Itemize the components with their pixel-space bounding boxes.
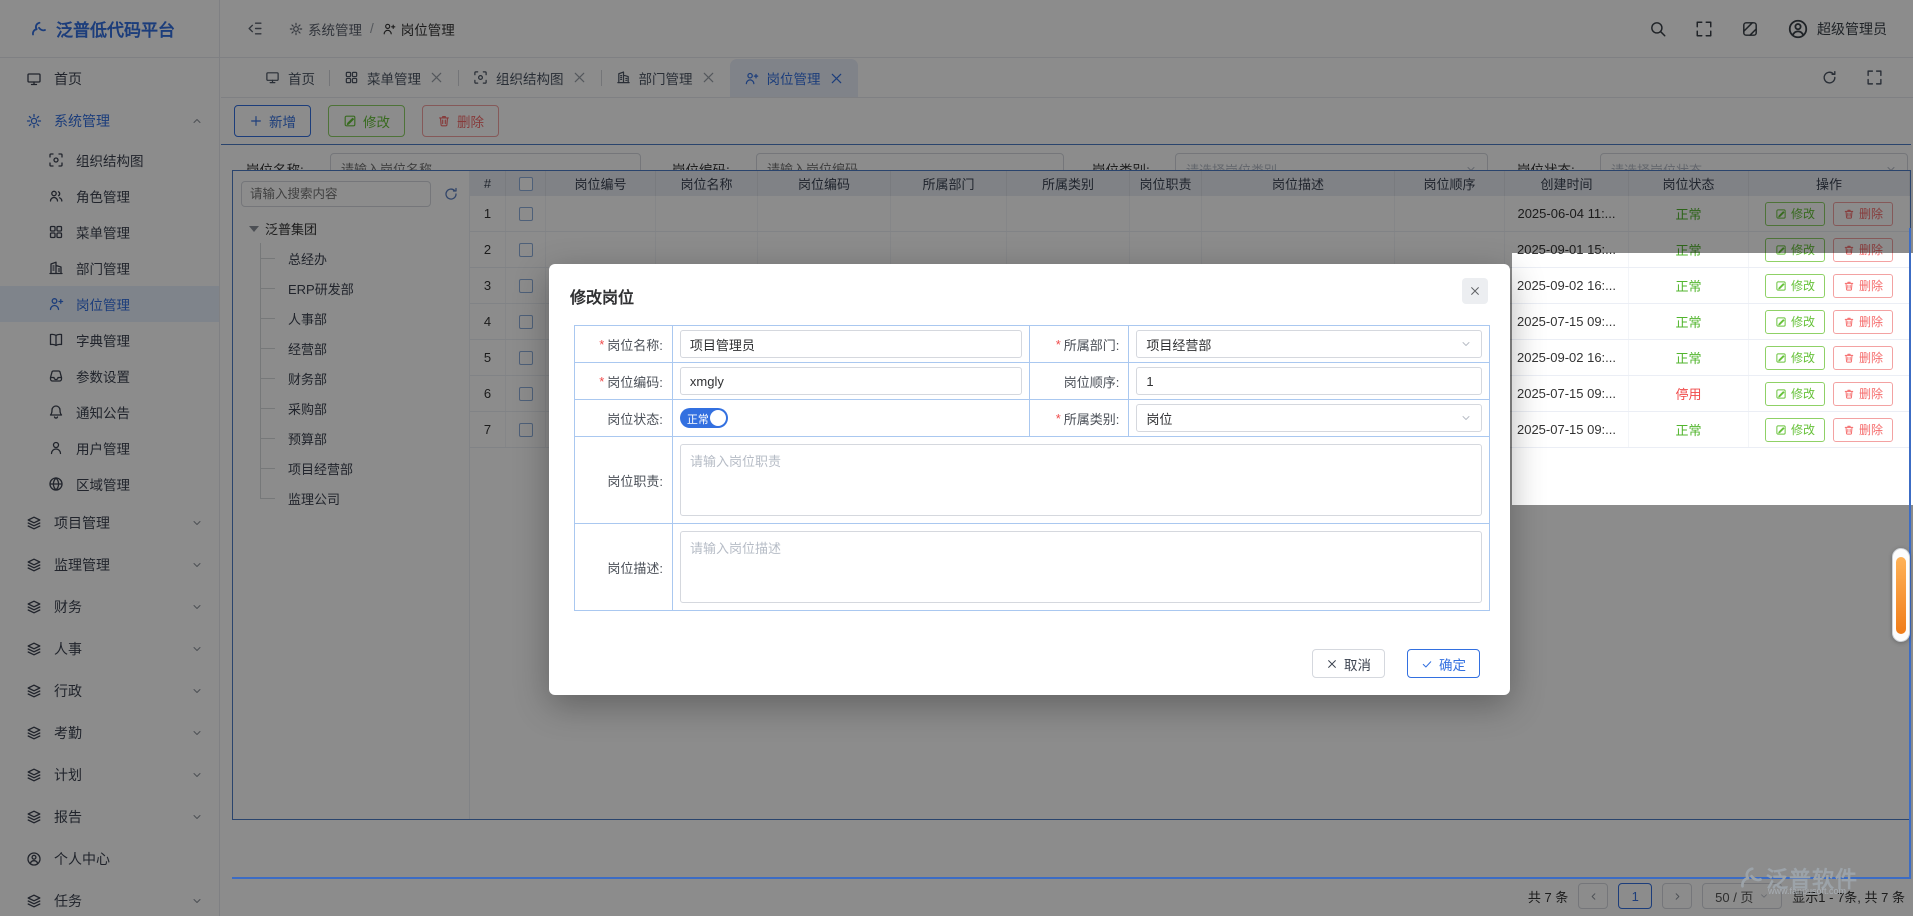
- field-label-desc: 岗位描述:: [575, 524, 673, 610]
- fanpu-logo-icon: [1738, 866, 1762, 890]
- row-delete-button[interactable]: 删除: [1833, 418, 1893, 442]
- created-time: 2025-07-15 09:...: [1505, 412, 1629, 447]
- pencil-icon: [1775, 316, 1787, 328]
- pencil-icon: [1775, 388, 1787, 400]
- position-order-input[interactable]: [1136, 367, 1482, 395]
- trash-icon: [1843, 316, 1855, 328]
- row-delete-button[interactable]: 删除: [1833, 274, 1893, 298]
- created-time: 2025-07-15 09:...: [1505, 304, 1629, 339]
- toggle-knob: [710, 410, 726, 426]
- trash-icon: [1843, 424, 1855, 436]
- row-edit-label: 修改: [1791, 385, 1815, 402]
- pencil-icon: [1775, 352, 1787, 364]
- field-label-code: *岗位编码:: [575, 363, 673, 399]
- row-edit-label: 修改: [1791, 277, 1815, 294]
- pencil-icon: [1775, 424, 1787, 436]
- row-edit-button[interactable]: 修改: [1765, 346, 1825, 370]
- status-badge: 正常: [1629, 340, 1749, 375]
- confirm-button[interactable]: 确定: [1407, 649, 1480, 678]
- status-badge: 正常: [1629, 268, 1749, 303]
- row-delete-label: 删除: [1859, 349, 1883, 366]
- cancel-button[interactable]: 取消: [1312, 649, 1385, 678]
- cell: 修改 删除: [1749, 268, 1910, 303]
- row-delete-button[interactable]: 删除: [1833, 346, 1893, 370]
- cell: 修改 删除: [1749, 304, 1910, 339]
- position-duty-textarea[interactable]: [680, 444, 1482, 516]
- position-name-input[interactable]: [680, 330, 1022, 358]
- row-delete-label: 删除: [1859, 313, 1883, 330]
- dialog-close-button[interactable]: [1462, 278, 1488, 304]
- row-delete-label: 删除: [1859, 277, 1883, 294]
- category-select[interactable]: 岗位: [1136, 404, 1482, 432]
- trash-icon: [1843, 280, 1855, 292]
- row-delete-label: 删除: [1859, 385, 1883, 402]
- created-time: 2025-09-02 16:...: [1505, 340, 1629, 375]
- trash-icon: [1843, 352, 1855, 364]
- row-edit-button[interactable]: 修改: [1765, 274, 1825, 298]
- dialog-form: *岗位名称: *所属部门: 项目经营部 *岗位编码: 岗位顺序: 岗位状态:: [574, 325, 1490, 611]
- dialog-footer: 取消 确定: [1312, 649, 1480, 678]
- row-delete-button[interactable]: 删除: [1833, 310, 1893, 334]
- status-badge: 正常: [1629, 412, 1749, 447]
- scrollbar-thumb[interactable]: [1896, 557, 1906, 634]
- row-edit-button[interactable]: 修改: [1765, 418, 1825, 442]
- watermark: 泛普软件 www.fanpusoft.com: [1738, 862, 1858, 894]
- close-icon: [1469, 285, 1481, 297]
- row-edit-label: 修改: [1791, 349, 1815, 366]
- pencil-icon: [1775, 280, 1787, 292]
- check-icon: [1421, 658, 1433, 670]
- field-label-dept: *所属部门:: [1030, 326, 1130, 362]
- trash-icon: [1843, 388, 1855, 400]
- position-desc-textarea[interactable]: [680, 531, 1482, 603]
- row-edit-button[interactable]: 修改: [1765, 310, 1825, 334]
- field-label-order: 岗位顺序:: [1030, 363, 1130, 399]
- status-toggle[interactable]: 正常: [680, 408, 728, 428]
- cell: 修改 删除: [1749, 412, 1910, 447]
- chevron-down-icon: [1460, 412, 1472, 424]
- position-code-input[interactable]: [680, 367, 1022, 395]
- status-badge: 正常: [1629, 304, 1749, 339]
- cell: 修改 删除: [1749, 340, 1910, 375]
- modal-overlay: [0, 0, 1913, 253]
- edit-position-dialog: 修改岗位 *岗位名称: *所属部门: 项目经营部 *岗位编码: 岗位顺序:: [549, 264, 1510, 695]
- created-time: 2025-09-02 16:...: [1505, 268, 1629, 303]
- field-label-status: 岗位状态:: [575, 400, 673, 436]
- created-time: 2025-07-15 09:...: [1505, 376, 1629, 411]
- field-label-duty: 岗位职责:: [575, 437, 673, 523]
- dialog-title: 修改岗位: [570, 284, 634, 308]
- row-delete-button[interactable]: 删除: [1833, 382, 1893, 406]
- close-icon: [1326, 658, 1338, 670]
- row-edit-label: 修改: [1791, 421, 1815, 438]
- status-badge: 停用: [1629, 376, 1749, 411]
- cell: 修改 删除: [1749, 376, 1910, 411]
- row-edit-label: 修改: [1791, 313, 1815, 330]
- chevron-down-icon: [1460, 338, 1472, 350]
- field-label-category: *所属类别:: [1030, 400, 1130, 436]
- field-label-name: *岗位名称:: [575, 326, 673, 362]
- row-edit-button[interactable]: 修改: [1765, 382, 1825, 406]
- department-select[interactable]: 项目经营部: [1136, 330, 1482, 358]
- row-delete-label: 删除: [1859, 421, 1883, 438]
- scrollbar[interactable]: [1892, 548, 1910, 642]
- panel-bottom-border: [232, 877, 1911, 879]
- app-root: 泛普低代码平台 系统管理 / 岗位管理 超级管理员: [0, 0, 1913, 916]
